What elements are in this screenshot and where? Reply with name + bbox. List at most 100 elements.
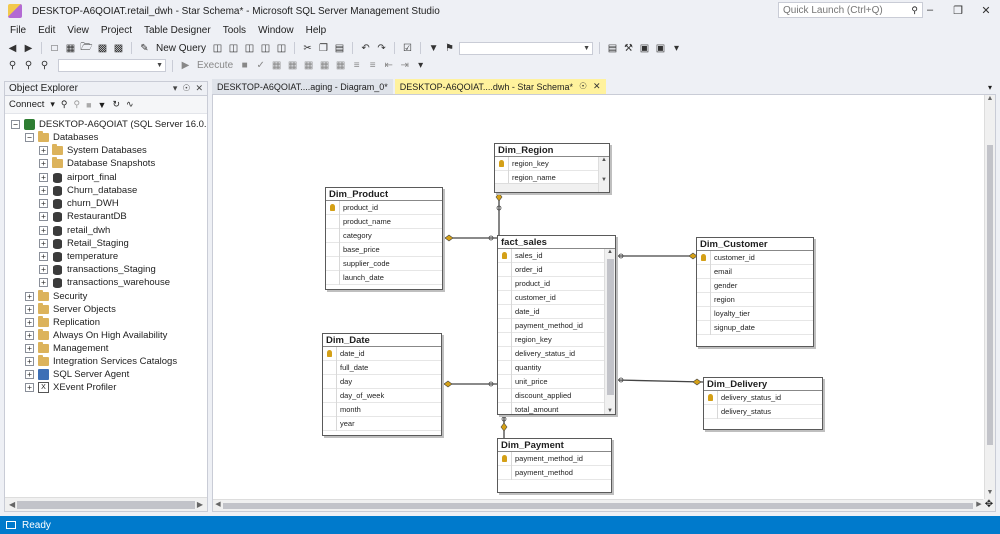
tree-database-node[interactable]: + transactions_Staging	[39, 263, 156, 276]
menu-file[interactable]: File	[4, 25, 32, 36]
save-icon[interactable]: ▩	[96, 42, 109, 54]
expand-icon[interactable]: +	[25, 370, 34, 379]
column-row[interactable]: year	[323, 416, 441, 431]
expand-icon[interactable]: +	[39, 159, 48, 168]
tree-folder-node[interactable]: + Database Snapshots	[39, 157, 155, 170]
table-dim-date[interactable]: Dim_Date date_id full_date day day_of_we…	[322, 333, 442, 436]
column-row[interactable]: full_date	[323, 360, 441, 375]
change-connection-icon[interactable]: ⚲	[22, 60, 35, 72]
table-dim-payment[interactable]: Dim_Payment payment_method_id payment_me…	[497, 438, 612, 493]
column-row[interactable]: quantity	[498, 360, 615, 375]
expand-icon[interactable]: +	[25, 292, 34, 301]
uncomment-icon[interactable]: ≡	[366, 60, 379, 72]
cancel-query-icon[interactable]: ■	[238, 60, 251, 72]
column-row[interactable]: day_of_week	[323, 388, 441, 403]
paste-icon[interactable]: ▤	[333, 42, 346, 54]
menu-help[interactable]: Help	[300, 25, 333, 36]
scrollbar-thumb[interactable]	[987, 145, 993, 445]
menu-table-designer[interactable]: Table Designer	[138, 25, 217, 36]
refresh-icon[interactable]: ↻	[112, 99, 120, 110]
menu-window[interactable]: Window	[252, 25, 300, 36]
add-item-icon[interactable]: ▦	[64, 42, 77, 54]
table-title[interactable]: fact_sales	[498, 236, 615, 249]
execute-icon[interactable]: ▶	[179, 60, 192, 72]
pin-icon[interactable]: ☉	[182, 83, 190, 94]
column-row[interactable]: payment_method	[498, 465, 611, 480]
expand-icon[interactable]: +	[39, 252, 48, 261]
collapse-icon[interactable]: −	[11, 120, 20, 129]
window-icon[interactable]: ▣	[654, 42, 667, 54]
scrollbar-thumb[interactable]	[607, 259, 614, 395]
tree-folder-node[interactable]: + Always On High Availability	[25, 329, 167, 342]
object-explorer-hscrollbar[interactable]: ◀ ▶	[5, 497, 207, 511]
expand-icon[interactable]: +	[39, 146, 48, 155]
window-position-icon[interactable]: ▾	[173, 83, 178, 94]
tree-databases-node[interactable]: − Databases	[25, 131, 98, 144]
connect-button[interactable]: Connect	[9, 99, 44, 110]
expand-icon[interactable]: +	[39, 199, 48, 208]
new-query-icon[interactable]: ✎	[138, 42, 151, 54]
column-row[interactable]: base_price	[326, 242, 442, 257]
table-title[interactable]: Dim_Customer	[697, 238, 813, 251]
find-combo[interactable]: ▼	[459, 41, 594, 55]
scroll-down-icon[interactable]: ▼	[985, 489, 995, 499]
menu-tools[interactable]: Tools	[217, 25, 252, 36]
column-row[interactable]: region_key	[498, 332, 615, 347]
expand-icon[interactable]: +	[39, 239, 48, 248]
expand-icon[interactable]: +	[39, 265, 48, 274]
column-row[interactable]: product_id	[498, 276, 615, 291]
column-row[interactable]: gender	[697, 278, 813, 293]
column-row[interactable]: delivery_status_id	[498, 346, 615, 361]
save-all-icon[interactable]: ▩	[112, 42, 125, 54]
table-title[interactable]: Dim_Region	[495, 144, 609, 157]
tree-database-node[interactable]: + retail_dwh	[39, 224, 110, 237]
tree-database-node[interactable]: + temperature	[39, 250, 118, 263]
tab-overflow-icon[interactable]: ▾	[984, 83, 996, 94]
column-row[interactable]: product_id	[326, 200, 442, 215]
column-row[interactable]: discount_applied	[498, 388, 615, 403]
column-row[interactable]: date_id	[498, 304, 615, 319]
tab-diagram-0[interactable]: DESKTOP-A6QOIAT....aging - Diagram_0*	[212, 79, 393, 94]
activity-monitor-icon[interactable]: ☑	[401, 42, 414, 54]
canvas-vscrollbar[interactable]: ▲ ▼	[984, 95, 995, 499]
scrollbar-thumb[interactable]	[223, 503, 973, 509]
filter-icon[interactable]: ▼	[98, 100, 107, 110]
column-row[interactable]: product_name	[326, 214, 442, 229]
expand-icon[interactable]: +	[25, 344, 34, 353]
forward-icon[interactable]: ▶	[22, 42, 35, 54]
column-row[interactable]: payment_method_id	[498, 318, 615, 333]
expand-icon[interactable]: +	[25, 383, 34, 392]
column-row[interactable]: launch_date	[326, 270, 442, 285]
results-file-icon[interactable]: ▦	[334, 60, 347, 72]
table-vscrollbar[interactable]: ▲ ▼	[604, 249, 615, 414]
expand-icon[interactable]: +	[25, 357, 34, 366]
close-icon[interactable]: ✕	[195, 83, 203, 94]
decrease-indent-icon[interactable]: ⇤	[382, 60, 395, 72]
find-in-files-icon[interactable]: ⚑	[443, 42, 456, 54]
expand-icon[interactable]: +	[39, 226, 48, 235]
new-query-button[interactable]: New Query	[154, 43, 208, 54]
column-row[interactable]: delivery_status_id	[704, 390, 822, 405]
activity-monitor-icon[interactable]: ∿	[126, 99, 134, 110]
tab-star-schema[interactable]: DESKTOP-A6QOIAT....dwh - Star Schema* ☉ …	[394, 79, 606, 94]
expand-icon[interactable]: +	[39, 186, 48, 195]
column-row[interactable]: customer_id	[697, 250, 813, 265]
dax-query-icon[interactable]: ◫	[275, 42, 288, 54]
diagram-canvas[interactable]: Dim_Region region_key region_name ▲ ▼ Di…	[212, 94, 996, 512]
column-row[interactable]: category	[326, 228, 442, 243]
results-grid-icon[interactable]: ▦	[318, 60, 331, 72]
tree-folder-node[interactable]: + System Databases	[39, 144, 147, 157]
scroll-up-icon[interactable]: ▲	[605, 249, 615, 255]
column-row[interactable]: day	[323, 374, 441, 389]
expand-icon[interactable]: +	[39, 278, 48, 287]
pin-tab-icon[interactable]: ☉	[579, 81, 587, 92]
table-dim-customer[interactable]: Dim_Customer customer_id email gender re…	[696, 237, 814, 347]
scroll-down-icon[interactable]: ▼	[605, 408, 615, 414]
column-row[interactable]: region	[697, 292, 813, 307]
column-row[interactable]: unit_price	[498, 374, 615, 389]
expand-icon[interactable]: +	[39, 173, 48, 182]
column-row[interactable]: sales_id	[498, 249, 615, 263]
tree-database-node[interactable]: + RestaurantDB	[39, 210, 127, 223]
scroll-left-icon[interactable]: ◀	[9, 500, 15, 509]
column-row[interactable]: customer_id	[498, 290, 615, 305]
